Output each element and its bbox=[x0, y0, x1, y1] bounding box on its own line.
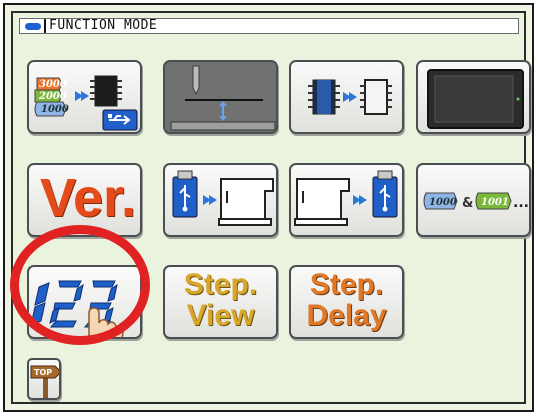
usb-to-machine-icon bbox=[172, 170, 274, 226]
machine-to-usb-button[interactable] bbox=[289, 163, 404, 237]
step-delay-button[interactable]: Step. Delay bbox=[289, 265, 404, 339]
data-transfer-button[interactable]: 3000 2000 1000 bbox=[27, 60, 142, 134]
function-mode-panel: FUNCTION MODE 3000 2000 1000 Ver. 1000 &… bbox=[11, 11, 531, 404]
data-copy-icon: 1000 & 1001 ... bbox=[423, 192, 529, 211]
screen-settings-button[interactable] bbox=[416, 60, 531, 134]
version-button[interactable]: Ver. bbox=[27, 163, 142, 237]
data-value-3: 1000 bbox=[41, 104, 69, 115]
data-value-1: 3000 bbox=[39, 79, 67, 90]
mode-header: FUNCTION MODE bbox=[19, 18, 519, 34]
top-label: TOP bbox=[34, 368, 52, 377]
mode-title: FUNCTION MODE bbox=[44, 19, 157, 33]
screen-frame: FUNCTION MODE 3000 2000 1000 Ver. 1000 &… bbox=[3, 3, 534, 412]
copy-ellipsis: ... bbox=[513, 195, 529, 211]
copy-data-button[interactable]: 1000 & 1001 ... bbox=[416, 163, 531, 237]
version-label: Ver. bbox=[39, 168, 137, 228]
top-signpost-icon: TOP bbox=[30, 365, 59, 398]
ic-to-ic-icon bbox=[308, 79, 392, 115]
copy-source-number: 1000 bbox=[429, 197, 457, 208]
data-to-ic-usb-icon: 3000 2000 1000 bbox=[34, 75, 138, 131]
copy-ampersand: & bbox=[462, 196, 473, 211]
counter-button[interactable] bbox=[27, 265, 142, 339]
step-delay-label-2: Delay bbox=[306, 299, 387, 332]
step-view-button[interactable]: Step. View bbox=[163, 265, 278, 339]
data-value-2: 2000 bbox=[38, 91, 67, 102]
needle-height-icon bbox=[165, 62, 276, 132]
counter-hand-icon bbox=[30, 280, 124, 337]
machine-to-usb-icon bbox=[294, 170, 398, 226]
copy-target-number: 1001 bbox=[481, 197, 509, 208]
usb-to-machine-button[interactable] bbox=[163, 163, 278, 237]
top-button[interactable]: TOP bbox=[27, 358, 61, 400]
ic-copy-button[interactable] bbox=[289, 60, 404, 134]
screen-icon bbox=[427, 69, 524, 129]
step-view-label-1: Step. bbox=[183, 268, 258, 301]
needle-height-button[interactable] bbox=[163, 60, 278, 134]
mode-indicator-icon bbox=[25, 22, 41, 30]
step-delay-label-1: Step. bbox=[309, 268, 384, 301]
step-view-label-2: View bbox=[186, 299, 255, 332]
